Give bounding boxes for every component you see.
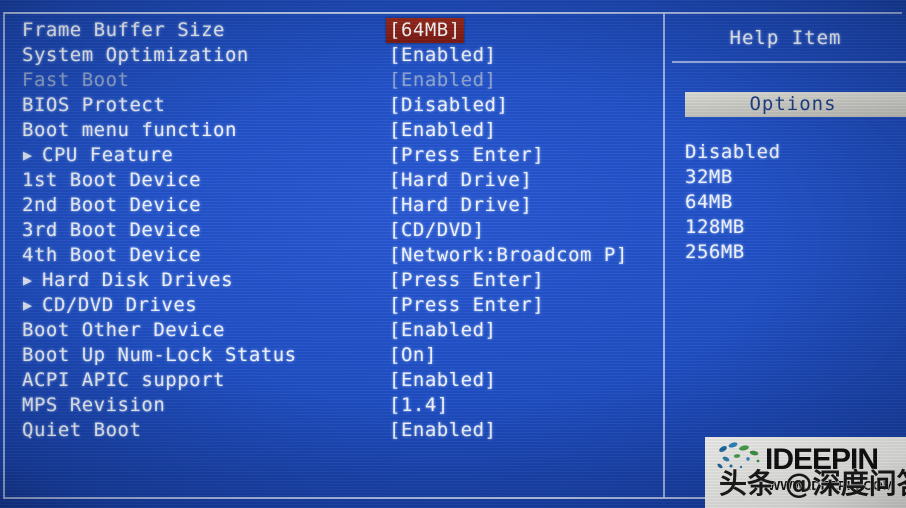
options-header: Options — [685, 92, 906, 117]
setting-value[interactable]: [Enabled] — [389, 118, 496, 143]
setting-value[interactable]: [Enabled] — [389, 418, 496, 443]
window-border-top — [4, 12, 902, 14]
setting-value[interactable]: [Enabled] — [389, 43, 496, 68]
setting-label: 3rd Boot Device — [22, 219, 202, 241]
setting-label: 1st Boot Device — [22, 169, 202, 191]
setting-value-selected[interactable]: [64MB] — [386, 18, 464, 43]
setting-row[interactable]: ▶ CD/DVD Drives [Press Enter] — [0, 293, 663, 318]
option-item[interactable]: Disabled — [685, 140, 905, 165]
setting-row[interactable]: 4th Boot Device [Network:Broadcom P] — [0, 243, 663, 268]
setting-value[interactable]: [1.4] — [389, 393, 449, 418]
option-item[interactable]: 32MB — [685, 165, 905, 190]
setting-value[interactable]: [Press Enter] — [389, 293, 544, 318]
submenu-arrow-icon: ▶ — [23, 146, 33, 164]
setting-value[interactable]: [Hard Drive] — [389, 168, 532, 193]
setting-label: MPS Revision — [22, 394, 166, 416]
setting-value[interactable]: [Press Enter] — [389, 268, 544, 293]
setting-row[interactable]: 2nd Boot Device [Hard Drive] — [0, 193, 663, 218]
setting-row[interactable]: Frame Buffer Size [64MB] — [0, 18, 663, 43]
setting-value[interactable]: [CD/DVD] — [389, 218, 485, 243]
setting-label: Boot menu function — [22, 119, 237, 141]
setting-row[interactable]: 1st Boot Device [Hard Drive] — [0, 168, 663, 193]
setting-row[interactable]: Fast Boot [Enabled] — [0, 68, 663, 93]
option-item[interactable]: 128MB — [685, 215, 905, 240]
setting-row[interactable]: ▶ Hard Disk Drives [Press Enter] — [0, 268, 663, 293]
setting-value[interactable]: [Enabled] — [389, 68, 496, 93]
setting-row[interactable]: Boot Up Num-Lock Status [On] — [0, 343, 663, 368]
setting-label: Quiet Boot — [22, 419, 142, 441]
submenu-arrow-icon: ▶ — [23, 296, 33, 314]
setting-value[interactable]: [On] — [389, 343, 437, 368]
setting-row[interactable]: ▶ CPU Feature [Press Enter] — [0, 143, 663, 168]
setting-row[interactable]: BIOS Protect [Disabled] — [0, 93, 663, 118]
setting-label: Frame Buffer Size — [22, 19, 225, 41]
setting-label: Hard Disk Drives — [42, 269, 234, 291]
setting-label: System Optimization — [22, 44, 249, 66]
setting-label: BIOS Protect — [22, 94, 166, 116]
bios-setup-screen: Frame Buffer Size [64MB] System Optimizati… — [0, 0, 906, 508]
option-item[interactable]: 256MB — [685, 240, 905, 265]
setting-row[interactable]: ACPI APIC support [Enabled] — [0, 368, 663, 393]
setting-row[interactable]: Boot Other Device [Enabled] — [0, 318, 663, 343]
settings-list: Frame Buffer Size [64MB] System Optimizati… — [0, 18, 663, 443]
setting-label: CPU Feature — [42, 144, 174, 166]
option-item[interactable]: 64MB — [685, 190, 905, 215]
setting-value[interactable]: [Enabled] — [389, 318, 496, 343]
setting-value[interactable]: [Disabled] — [389, 93, 508, 118]
setting-label: 4th Boot Device — [22, 244, 202, 266]
setting-row[interactable]: Quiet Boot [Enabled] — [0, 418, 663, 443]
submenu-arrow-icon: ▶ — [23, 271, 33, 289]
setting-value[interactable]: [Press Enter] — [389, 143, 544, 168]
setting-row[interactable]: 3rd Boot Device [CD/DVD] — [0, 218, 663, 243]
setting-row[interactable]: Boot menu function [Enabled] — [0, 118, 663, 143]
setting-value[interactable]: [Network:Broadcom P] — [389, 243, 628, 268]
setting-label: ACPI APIC support — [22, 369, 225, 391]
setting-label: 2nd Boot Device — [22, 194, 202, 216]
help-panel-title: Help Item — [729, 27, 842, 49]
setting-value[interactable]: [Hard Drive] — [389, 193, 532, 218]
setting-label: Boot Other Device — [22, 319, 225, 341]
setting-label: CD/DVD Drives — [42, 294, 198, 316]
setting-row[interactable]: MPS Revision [1.4] — [0, 393, 663, 418]
watermark-chinese-text: 头条 @深度问答 — [719, 467, 906, 501]
setting-label: Fast Boot — [22, 69, 130, 91]
setting-value[interactable]: [Enabled] — [389, 368, 496, 393]
setting-label: Boot Up Num-Lock Status — [22, 344, 297, 366]
watermark: IDEEPIN WWW.IDEEPIN.COM 头条 @深度问答 — [705, 437, 906, 508]
help-panel: Help Item Options Disabled 32MB 64MB 128MB 2… — [665, 18, 906, 498]
setting-row[interactable]: System Optimization [Enabled] — [0, 43, 663, 68]
options-list: Disabled 32MB 64MB 128MB 256MB — [685, 140, 905, 265]
